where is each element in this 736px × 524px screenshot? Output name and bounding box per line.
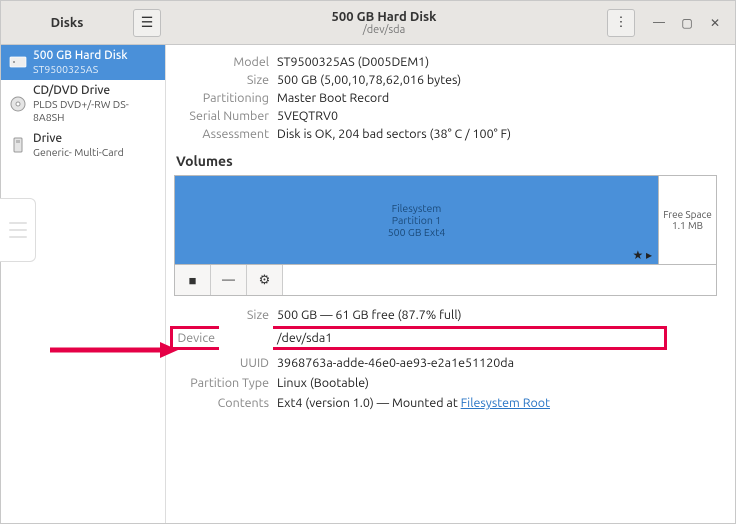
unmount-button[interactable]: ■: [175, 265, 211, 295]
volume-fs-label: Filesystem: [388, 202, 446, 214]
delete-partition-button[interactable]: —: [211, 265, 247, 295]
disks-window: Disks ☰ 500 GB Hard Disk /dev/sda ⋮ — ▢ …: [0, 0, 736, 524]
window-subtitle: /dev/sda: [161, 24, 607, 36]
part-uuid-label: UUID: [174, 354, 269, 370]
sidebar-item-sublabel: Generic- Multi-Card: [33, 146, 124, 159]
part-type-value: Linux (Bootable): [277, 374, 717, 390]
kebab-icon: ⋮: [615, 15, 628, 30]
disk-actions-menu-button[interactable]: ⋮: [607, 9, 635, 37]
volumes-header: Volumes: [176, 153, 717, 169]
prop-assessment-label: Assessment: [174, 127, 269, 141]
prop-size-value: 500 GB (5,00,10,78,62,016 bytes): [277, 73, 717, 87]
maximize-icon: ▢: [681, 16, 692, 30]
partition-options-button[interactable]: ⚙: [247, 265, 283, 295]
prop-assessment-value: Disk is OK, 204 bad sectors (38° C / 100…: [277, 127, 717, 141]
part-size-label: Size: [174, 306, 269, 322]
prop-size-label: Size: [174, 73, 269, 87]
free-space-size: 1.1 MB: [672, 220, 703, 231]
volume-size-label: 500 GB Ext4: [388, 226, 446, 238]
prop-model-value: ST9500325AS (D005DEM1): [277, 55, 717, 69]
prop-serial-label: Serial Number: [174, 109, 269, 123]
close-button[interactable]: ✕: [703, 11, 727, 35]
partition-properties: Size 500 GB — 61 GB free (87.7% full) De…: [174, 306, 717, 410]
part-device-label: Device: [170, 326, 219, 350]
contents-prefix: Ext4 (version 1.0) — Mounted at: [277, 396, 461, 410]
volume-partition-1[interactable]: Filesystem Partition 1 500 GB Ext4 ★ ▸: [175, 176, 658, 264]
minimize-icon: —: [653, 16, 665, 29]
prop-serial-value: 5VEQTRV0: [277, 109, 717, 123]
part-device-value: /dev/sda1: [273, 326, 667, 350]
disk-properties: Model ST9500325AS (D005DEM1) Size 500 GB…: [174, 55, 717, 141]
prop-model-label: Model: [174, 55, 269, 69]
hard-disk-icon: [9, 53, 27, 71]
part-type-label: Partition Type: [174, 374, 269, 390]
minus-icon: —: [222, 273, 235, 287]
part-uuid-value: 3968763a-adde-46e0-ae93-e2a1e51120da: [277, 354, 717, 370]
free-space-label: Free Space: [663, 209, 712, 220]
volume-partition-label: Partition 1: [388, 214, 446, 226]
stop-icon: ■: [189, 273, 197, 288]
sidebar-item-label: 500 GB Hard Disk: [33, 49, 128, 63]
device-sidebar: 500 GB Hard Disk ST9500325AS CD/DVD Driv…: [1, 45, 166, 523]
sidebar-item-label: Drive: [33, 132, 124, 146]
side-tab-stub: [0, 198, 36, 262]
app-menu-button[interactable]: ☰: [133, 9, 161, 37]
gear-icon: ⚙: [259, 273, 271, 288]
volume-toolbar: ■ — ⚙: [174, 265, 717, 296]
sidebar-item-drive[interactable]: Drive Generic- Multi-Card: [1, 128, 165, 163]
volume-free-space[interactable]: Free Space 1.1 MB: [658, 176, 716, 264]
window-title: 500 GB Hard Disk: [161, 10, 607, 24]
prop-partitioning-label: Partitioning: [174, 91, 269, 105]
hamburger-icon: ☰: [141, 14, 154, 31]
sidebar-item-label: CD/DVD Drive: [33, 84, 157, 98]
filesystem-root-link[interactable]: Filesystem Root: [461, 396, 550, 410]
close-icon: ✕: [710, 16, 720, 30]
sidebar-item-cdrom[interactable]: CD/DVD Drive PLDS DVD+/-RW DS-8A8SH: [1, 80, 165, 128]
removable-drive-icon: [9, 136, 27, 154]
cdrom-icon: [9, 95, 27, 113]
maximize-button[interactable]: ▢: [675, 11, 699, 35]
sidebar-item-sublabel: PLDS DVD+/-RW DS-8A8SH: [33, 98, 157, 123]
sidebar-item-hard-disk[interactable]: 500 GB Hard Disk ST9500325AS: [1, 45, 165, 80]
volumes-grid: Filesystem Partition 1 500 GB Ext4 ★ ▸ F…: [174, 175, 717, 265]
part-size-value: 500 GB — 61 GB free (87.7% full): [277, 306, 717, 322]
minimize-button[interactable]: —: [647, 11, 671, 35]
part-contents-value: Ext4 (version 1.0) — Mounted at Filesyst…: [277, 394, 717, 410]
prop-partitioning-value: Master Boot Record: [277, 91, 717, 105]
part-contents-label: Contents: [174, 394, 269, 410]
titlebar: Disks ☰ 500 GB Hard Disk /dev/sda ⋮ — ▢ …: [1, 1, 735, 45]
app-title: Disks: [9, 16, 125, 30]
bootable-star-icon: ★ ▸: [632, 248, 652, 262]
window-title-block: 500 GB Hard Disk /dev/sda: [161, 10, 607, 36]
sidebar-item-sublabel: ST9500325AS: [33, 63, 128, 76]
detail-pane: Model ST9500325AS (D005DEM1) Size 500 GB…: [166, 45, 735, 523]
